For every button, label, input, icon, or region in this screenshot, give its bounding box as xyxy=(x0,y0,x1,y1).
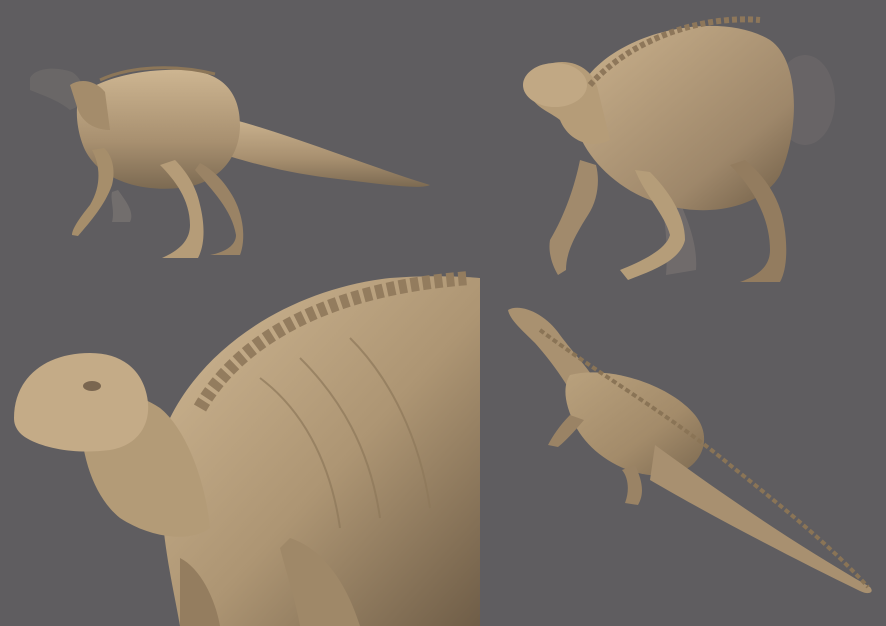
panel-top-view xyxy=(480,295,886,626)
dinosaur-side-view xyxy=(30,66,430,258)
dinosaur-top-view xyxy=(508,307,872,594)
sculpt-render-sheet xyxy=(0,0,886,626)
dinosaur-front-view xyxy=(523,16,835,282)
panel-closeup-view xyxy=(0,268,480,626)
panel-front-view xyxy=(470,0,886,300)
dinosaur-closeup xyxy=(0,268,480,626)
panel-side-view xyxy=(0,0,470,280)
